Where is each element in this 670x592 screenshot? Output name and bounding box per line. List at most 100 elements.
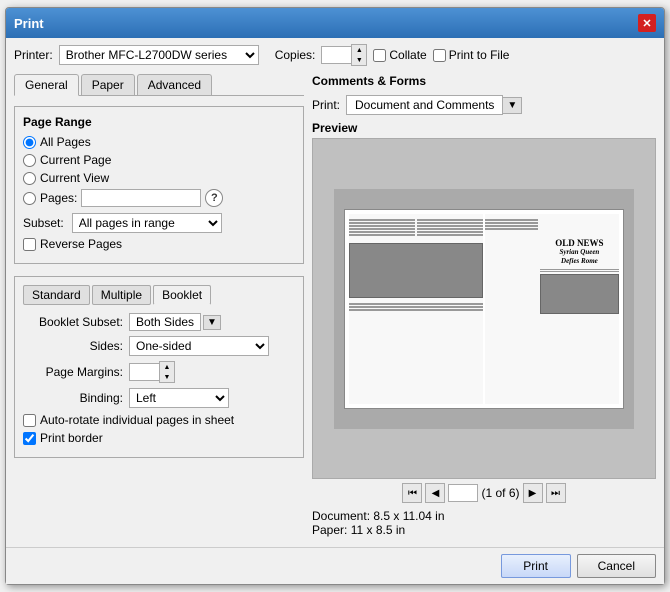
dialog-title: Print <box>14 16 44 31</box>
copies-label: Copies: <box>275 48 316 62</box>
print-dropdown-arrow[interactable]: ▼ <box>503 97 522 114</box>
right-col-inner: Comments & Forms Print: Document and Com… <box>312 74 656 539</box>
news-headline: OLD NEWS <box>540 238 619 249</box>
printer-row: Printer: Brother MFC-L2700DW series <box>14 45 259 65</box>
dialog-body: General Paper Advanced Page Range All Pa… <box>6 66 664 547</box>
sides-row: Sides: One-sidedTwo-sided <box>23 336 295 356</box>
margins-spinner: 5 ▲ ▼ <box>129 361 175 383</box>
print-value-display[interactable]: Document and Comments <box>346 95 503 115</box>
margins-decrement[interactable]: ▼ <box>160 372 174 382</box>
booklet-tabs: Standard Multiple Booklet <box>23 285 295 305</box>
close-button[interactable]: ✕ <box>638 14 656 32</box>
print-to-file-checkbox[interactable] <box>433 49 446 62</box>
booklet-section: Standard Multiple Booklet Booklet Subset… <box>14 276 304 458</box>
page-left <box>349 214 483 404</box>
left-panel: General Paper Advanced Page Range All Pa… <box>14 74 304 539</box>
main-tabs: General Paper Advanced <box>14 74 304 96</box>
all-pages-row: All Pages <box>23 135 295 149</box>
preview-page: OLD NEWS Syrian Queen Defies Rome <box>344 209 624 409</box>
collate-label: Collate <box>373 48 426 62</box>
margins-label: Page Margins: <box>23 365 123 379</box>
current-page-radio[interactable] <box>23 154 36 167</box>
auto-rotate-row: Auto-rotate individual pages in sheet <box>23 413 295 427</box>
tab-advanced[interactable]: Advanced <box>137 74 212 95</box>
collate-checkbox[interactable] <box>373 49 386 62</box>
reverse-pages-checkbox[interactable] <box>23 238 36 251</box>
binding-label: Binding: <box>23 391 123 405</box>
prev-page-button[interactable]: ◀ <box>425 483 445 503</box>
pages-radio[interactable] <box>23 192 36 205</box>
binding-row: Binding: LeftRight <box>23 388 295 408</box>
dialog-footer: Print Cancel <box>6 547 664 584</box>
pages-input[interactable]: 1-12 <box>81 189 201 207</box>
margins-increment[interactable]: ▲ <box>160 362 174 372</box>
margins-row: Page Margins: 5 ▲ ▼ <box>23 361 295 383</box>
print-border-label: Print border <box>40 431 103 445</box>
copies-spinner: 1 ▲ ▼ <box>321 44 367 66</box>
current-view-label: Current View <box>40 171 109 185</box>
tab-general[interactable]: General <box>14 74 79 96</box>
printer-select[interactable]: Brother MFC-L2700DW series <box>59 45 259 65</box>
page-range-title: Page Range <box>23 115 295 129</box>
auto-rotate-checkbox[interactable] <box>23 414 36 427</box>
last-page-button[interactable]: ⏭ <box>546 483 566 503</box>
both-sides-button[interactable]: Both Sides <box>129 313 201 331</box>
news-subhead-2: Defies Rome <box>540 257 619 266</box>
printer-label: Printer: <box>14 48 53 62</box>
print-button[interactable]: Print <box>501 554 571 578</box>
pages-row: Pages: 1-12 ? <box>23 189 295 207</box>
first-page-button[interactable]: ⏮ <box>402 483 422 503</box>
navigation-row: ⏮ ◀ 12 (1 of 6) ▶ ⏭ <box>312 479 656 507</box>
current-page-row: Current Page <box>23 153 295 167</box>
spinner-buttons: ▲ ▼ <box>351 44 367 66</box>
left-image <box>349 243 483 298</box>
copies-decrement[interactable]: ▼ <box>352 55 366 65</box>
current-view-radio[interactable] <box>23 172 36 185</box>
print-dialog: Print ✕ Printer: Brother MFC-L2700DW ser… <box>5 7 665 585</box>
page-range-section: Page Range All Pages Current Page Curren… <box>14 106 304 264</box>
booklet-tab-booklet[interactable]: Booklet <box>153 285 211 305</box>
reverse-pages-label: Reverse Pages <box>40 237 122 251</box>
news-subhead-1: Syrian Queen <box>540 248 619 257</box>
copies-input[interactable]: 1 <box>321 46 351 64</box>
next-page-button[interactable]: ▶ <box>523 483 543 503</box>
right-image <box>540 274 619 314</box>
copies-increment[interactable]: ▲ <box>352 45 366 55</box>
print-dropdown: Document and Comments ▼ <box>346 95 522 115</box>
preview-area: OLD NEWS Syrian Queen Defies Rome <box>312 138 656 479</box>
subset-select[interactable]: All pages in rangeOdd pages onlyEven pag… <box>72 213 222 233</box>
booklet-subset-label: Booklet Subset: <box>23 315 123 329</box>
all-pages-label: All Pages <box>40 135 91 149</box>
reverse-pages-row: Reverse Pages <box>23 237 295 251</box>
preview-label: Preview <box>312 121 656 135</box>
pages-label: Pages: <box>40 191 77 205</box>
current-page-label: Current Page <box>40 153 111 167</box>
auto-rotate-label: Auto-rotate individual pages in sheet <box>40 413 234 427</box>
both-sides-wrapper: Both Sides ▼ <box>129 313 221 331</box>
right-panel: Comments & Forms Print: Document and Com… <box>312 74 656 539</box>
booklet-tab-standard[interactable]: Standard <box>23 285 90 305</box>
all-pages-radio[interactable] <box>23 136 36 149</box>
booklet-tab-multiple[interactable]: Multiple <box>92 285 151 305</box>
sides-select[interactable]: One-sidedTwo-sided <box>129 336 269 356</box>
help-button[interactable]: ? <box>205 189 223 207</box>
binding-select[interactable]: LeftRight <box>129 388 229 408</box>
document-info: Document: 8.5 x 11.04 in Paper: 11 x 8.5… <box>312 507 656 539</box>
margins-input[interactable]: 5 <box>129 363 159 381</box>
tab-paper[interactable]: Paper <box>81 74 135 95</box>
page-number-input[interactable]: 12 <box>448 484 478 502</box>
cancel-button[interactable]: Cancel <box>577 554 656 578</box>
document-size: Document: 8.5 x 11.04 in <box>312 509 656 523</box>
print-cf-label: Print: <box>312 98 340 112</box>
margins-spinner-btns: ▲ ▼ <box>159 361 175 383</box>
subset-label: Subset: <box>23 216 64 230</box>
print-border-row: Print border <box>23 431 295 445</box>
print-border-checkbox[interactable] <box>23 432 36 445</box>
both-sides-arrow[interactable]: ▼ <box>203 315 221 330</box>
sides-label: Sides: <box>23 339 123 353</box>
comments-forms-label: Comments & Forms <box>312 74 656 88</box>
current-view-row: Current View <box>23 171 295 185</box>
print-to-file-label: Print to File <box>433 48 510 62</box>
title-bar: Print ✕ <box>6 8 664 38</box>
paper-size: Paper: 11 x 8.5 in <box>312 523 656 537</box>
